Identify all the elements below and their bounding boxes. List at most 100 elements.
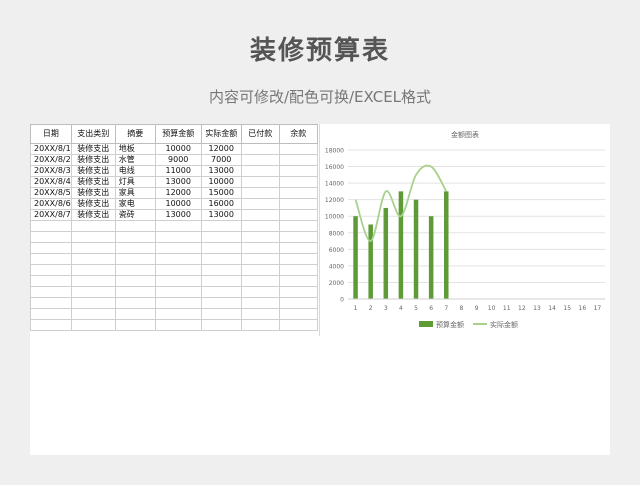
cell-summary[interactable]: 水管 <box>114 154 156 166</box>
cell-category[interactable] <box>70 308 116 320</box>
cell-category[interactable]: 装修支出 <box>70 187 116 199</box>
cell-actual[interactable]: 10000 <box>200 176 242 188</box>
cell-actual[interactable]: 7000 <box>200 154 242 166</box>
cell-budget[interactable] <box>154 264 202 276</box>
cell-paid[interactable] <box>240 198 280 210</box>
cell-budget[interactable] <box>154 220 202 232</box>
cell-balance[interactable] <box>278 253 318 265</box>
cell-balance[interactable] <box>278 286 318 298</box>
cell-actual[interactable]: 16000 <box>200 198 242 210</box>
cell-budget[interactable] <box>154 308 202 320</box>
cell-summary[interactable] <box>114 286 156 298</box>
cell-budget[interactable] <box>154 286 202 298</box>
cell-summary[interactable] <box>114 319 156 331</box>
cell-balance[interactable] <box>278 264 318 276</box>
cell-date[interactable] <box>30 275 72 287</box>
cell-budget[interactable]: 13000 <box>154 176 202 188</box>
cell-paid[interactable] <box>240 220 280 232</box>
cell-category[interactable] <box>70 319 116 331</box>
cell-category[interactable] <box>70 253 116 265</box>
cell-summary[interactable] <box>114 253 156 265</box>
cell-paid[interactable] <box>240 264 280 276</box>
cell-date[interactable] <box>30 231 72 243</box>
cell-actual[interactable] <box>200 308 242 320</box>
cell-category[interactable]: 装修支出 <box>70 176 116 188</box>
cell-summary[interactable]: 地板 <box>114 143 156 155</box>
cell-balance[interactable] <box>278 319 318 331</box>
cell-category[interactable]: 装修支出 <box>70 154 116 166</box>
cell-summary[interactable] <box>114 242 156 254</box>
cell-summary[interactable] <box>114 220 156 232</box>
cell-paid[interactable] <box>240 242 280 254</box>
cell-date[interactable] <box>30 297 72 309</box>
cell-balance[interactable] <box>278 198 318 210</box>
cell-balance[interactable] <box>278 187 318 199</box>
cell-balance[interactable] <box>278 154 318 166</box>
cell-actual[interactable]: 13000 <box>200 209 242 221</box>
cell-summary[interactable] <box>114 275 156 287</box>
cell-balance[interactable] <box>278 176 318 188</box>
cell-balance[interactable] <box>278 220 318 232</box>
cell-balance[interactable] <box>278 242 318 254</box>
cell-balance[interactable] <box>278 231 318 243</box>
col-header-actual[interactable]: 实际金额 <box>200 124 242 144</box>
cell-paid[interactable] <box>240 165 280 177</box>
cell-paid[interactable] <box>240 231 280 243</box>
cell-date[interactable]: 20XX/8/4 <box>30 176 72 188</box>
cell-category[interactable]: 装修支出 <box>70 143 116 155</box>
cell-category[interactable] <box>70 242 116 254</box>
cell-actual[interactable]: 12000 <box>200 143 242 155</box>
cell-actual[interactable] <box>200 242 242 254</box>
cell-actual[interactable] <box>200 220 242 232</box>
col-header-category[interactable]: 支出类别 <box>70 124 116 144</box>
col-header-summary[interactable]: 摘要 <box>114 124 156 144</box>
cell-category[interactable] <box>70 264 116 276</box>
cell-date[interactable]: 20XX/8/1 <box>30 143 72 155</box>
cell-budget[interactable]: 10000 <box>154 198 202 210</box>
cell-summary[interactable] <box>114 308 156 320</box>
cell-actual[interactable] <box>200 275 242 287</box>
cell-paid[interactable] <box>240 297 280 309</box>
cell-actual[interactable] <box>200 319 242 331</box>
cell-date[interactable] <box>30 264 72 276</box>
cell-actual[interactable] <box>200 264 242 276</box>
cell-summary[interactable]: 家电 <box>114 198 156 210</box>
cell-category[interactable] <box>70 297 116 309</box>
cell-budget[interactable]: 12000 <box>154 187 202 199</box>
cell-actual[interactable]: 15000 <box>200 187 242 199</box>
cell-category[interactable]: 装修支出 <box>70 198 116 210</box>
cell-date[interactable]: 20XX/8/3 <box>30 165 72 177</box>
cell-paid[interactable] <box>240 143 280 155</box>
cell-paid[interactable] <box>240 209 280 221</box>
col-header-date[interactable]: 日期 <box>30 124 72 144</box>
cell-summary[interactable]: 电线 <box>114 165 156 177</box>
cell-date[interactable]: 20XX/8/2 <box>30 154 72 166</box>
col-header-paid[interactable]: 已付款 <box>240 124 280 144</box>
cell-budget[interactable]: 9000 <box>154 154 202 166</box>
cell-summary[interactable] <box>114 231 156 243</box>
cell-balance[interactable] <box>278 143 318 155</box>
cell-date[interactable]: 20XX/8/5 <box>30 187 72 199</box>
cell-budget[interactable] <box>154 297 202 309</box>
cell-actual[interactable] <box>200 297 242 309</box>
cell-paid[interactable] <box>240 308 280 320</box>
cell-actual[interactable] <box>200 253 242 265</box>
cell-paid[interactable] <box>240 275 280 287</box>
cell-paid[interactable] <box>240 286 280 298</box>
cell-category[interactable] <box>70 286 116 298</box>
cell-budget[interactable] <box>154 253 202 265</box>
cell-actual[interactable] <box>200 231 242 243</box>
cell-date[interactable] <box>30 286 72 298</box>
cell-summary[interactable] <box>114 264 156 276</box>
cell-actual[interactable]: 13000 <box>200 165 242 177</box>
cell-paid[interactable] <box>240 176 280 188</box>
cell-budget[interactable] <box>154 319 202 331</box>
cell-date[interactable] <box>30 242 72 254</box>
cell-category[interactable] <box>70 275 116 287</box>
cell-date[interactable] <box>30 319 72 331</box>
cell-budget[interactable] <box>154 242 202 254</box>
cell-date[interactable] <box>30 253 72 265</box>
cell-category[interactable]: 装修支出 <box>70 209 116 221</box>
cell-balance[interactable] <box>278 209 318 221</box>
cell-summary[interactable]: 灯具 <box>114 176 156 188</box>
